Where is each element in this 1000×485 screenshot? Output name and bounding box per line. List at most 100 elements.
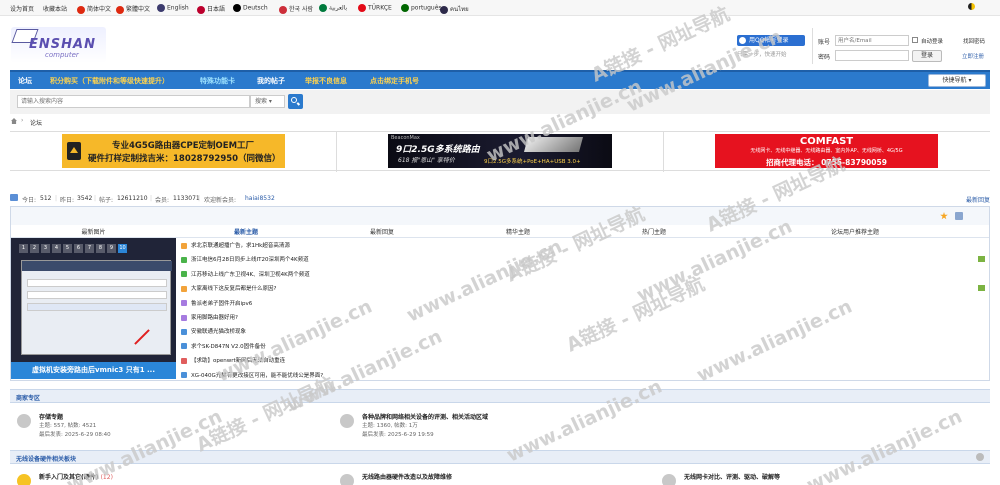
tab-digest-threads[interactable]: 精华主题 [450, 227, 586, 237]
thread-type-icon [181, 300, 187, 307]
collapse-icon[interactable] [976, 453, 984, 461]
qq-login-button[interactable]: 用QQ帐号登录 [737, 35, 805, 46]
account-input[interactable] [835, 35, 909, 46]
thread-row[interactable]: 安徽联通光猫改桥现象 [181, 327, 246, 335]
search-type-select[interactable]: 搜索 ▾ [250, 95, 285, 108]
site-logo[interactable]: ENSHAN computer [11, 27, 106, 63]
thread-row[interactable]: 求个SK-D847N V2.0固件备份 [181, 342, 266, 350]
slide-number-button[interactable]: 7 [85, 244, 94, 253]
stats-row: 今日: 512 | 昨日: 3542 | 帖子: 12611210 | 会员: … [10, 193, 990, 204]
ad-banner-comfast[interactable]: COMFAST 无线网卡、无线中继器、无线路由器、室内外AP、无线网桥、4G/5… [715, 134, 938, 168]
login-button[interactable]: 登录 [912, 50, 942, 62]
slide-number-button[interactable]: 4 [52, 244, 61, 253]
slide-number-button[interactable]: 3 [41, 244, 50, 253]
thread-title[interactable]: 求北京联通超播广告，求1Hk超音高清源 [191, 243, 290, 249]
thread-title[interactable]: XG-040G光猫有更改接区可用，能不能优线公是界面? [191, 373, 323, 379]
nav-item-forum[interactable]: 论坛 [18, 76, 32, 86]
set-home-link[interactable]: 设为首页 [10, 4, 34, 13]
forum-router-repair[interactable]: 无线路由器硬件改造以及故障维修 [340, 472, 660, 485]
forum-name[interactable]: 无线网卡对比、评测、驱动、破解等 [684, 472, 780, 481]
search-button[interactable] [288, 94, 303, 109]
language-link[interactable]: 한국 사람 [279, 4, 313, 14]
language-link[interactable]: Deutsch [233, 4, 268, 12]
quick-nav-button[interactable]: 快捷导航 ▾ [928, 74, 986, 87]
latest-reply-link[interactable]: 最新回复 [966, 195, 990, 204]
thread-title[interactable]: 大家离线下这反复后都是什么原因? [191, 286, 276, 292]
forum-beginner[interactable]: 新手入门及其它(硬件) (12) [17, 472, 317, 485]
search-input[interactable] [17, 95, 250, 108]
language-link[interactable]: português [401, 4, 442, 12]
thread-row[interactable]: 大家离线下这反复后都是什么原因? [181, 284, 276, 292]
language-link[interactable]: คนไทย [440, 4, 469, 14]
language-link[interactable]: English [157, 4, 189, 12]
slide-number-button[interactable]: 6 [74, 244, 83, 253]
thread-row[interactable]: 浙江电信6月28日同步上线IT20深圳两个4K频道 [181, 255, 309, 263]
language-link[interactable]: TÜRKÇE [358, 4, 392, 12]
bookmark-link[interactable]: 收藏本站 [43, 4, 67, 13]
tab-recommended-threads[interactable]: 论坛用户推荐主题 [722, 227, 988, 237]
slide-number-button[interactable]: 1 [19, 244, 28, 253]
slide-number-button[interactable]: 2 [30, 244, 39, 253]
slide-number-button[interactable]: 10 [118, 244, 127, 253]
ad-divider [336, 132, 337, 172]
ad-banner-beaconmax[interactable]: BeaconMax 9口2.5G多系统路由 618 报"恩山" 享特价 9口2.… [388, 134, 612, 168]
forum-storage[interactable]: 存储专题 主题: 557, 帖数: 4521 最后发表: 2025-6-29 0… [17, 412, 317, 442]
tab-latest-images[interactable]: 最新图片 [11, 227, 176, 237]
slide-row [27, 291, 167, 299]
forum-name[interactable]: 新手入门及其它(硬件) (12) [39, 472, 113, 481]
language-link[interactable]: 日本語 [197, 4, 225, 14]
home-icon[interactable] [11, 118, 17, 124]
thread-row[interactable]: 家用脚路由器好用? [181, 313, 238, 321]
nav-item-my-posts[interactable]: 我的帖子 [257, 76, 285, 86]
forum-status-icon [17, 414, 31, 428]
thread-title[interactable]: 江苏移动上线广东卫视4K、深圳卫视4K两个频道 [191, 272, 310, 278]
language-link[interactable]: 繁體中文 [116, 4, 150, 14]
nav-item-points[interactable]: 积分购买（下载附件和等级快速提升） [50, 76, 169, 86]
language-link[interactable]: بالعربية [319, 4, 347, 12]
auto-login-checkbox[interactable] [912, 37, 918, 43]
thread-type-icon [181, 256, 187, 263]
thread-title[interactable]: 浙江电信6月28日同步上线IT20深圳两个4K频道 [191, 257, 309, 263]
register-link[interactable]: 立即注册 [962, 52, 984, 60]
slide-number-button[interactable]: 8 [96, 244, 105, 253]
nav-item-bind-phone[interactable]: 点击绑定手机号 [370, 76, 419, 86]
theme-toggle-icon[interactable] [968, 3, 975, 10]
thread-row[interactable]: XG-040G光猫有更改接区可用，能不能优线公是界面? [181, 371, 323, 379]
tab-hot-threads[interactable]: 热门主题 [586, 227, 722, 237]
thread-row[interactable]: 【求助】openwrt新网后无法自动重连 [181, 356, 285, 364]
password-input[interactable] [835, 50, 909, 61]
forgot-password-link[interactable]: 找回密码 [963, 37, 985, 45]
thread-title[interactable]: 安徽联通光猫改桥现象 [191, 329, 246, 335]
tab-latest-replies[interactable]: 最新回复 [314, 227, 450, 237]
nav-item-special-cards[interactable]: 特殊功能卡 [200, 76, 235, 86]
qq-icon [739, 37, 746, 44]
forum-name[interactable]: 存储专题 [39, 412, 63, 421]
thread-title[interactable]: 鲁派老弟子固件开启ipv6 [191, 301, 252, 307]
ad-banner-router-oem[interactable]: 专业4G5G路由器CPE定制OEM工厂 硬件打样定制找吉米：1802879295… [62, 134, 285, 168]
language-link[interactable]: 简体中文 [77, 4, 111, 14]
slide-caption[interactable]: 虚拟机安装旁路由后vmnic3 只有1 ... [11, 362, 176, 379]
thread-title[interactable]: 求个SK-D847N V2.0固件备份 [191, 344, 266, 350]
router-icon [67, 142, 81, 160]
nav-item-report[interactable]: 举报不良信息 [305, 76, 347, 86]
settings-icon[interactable] [955, 212, 963, 220]
thread-title[interactable]: 【求助】openwrt新网后无法自动重连 [191, 358, 285, 364]
tab-latest-threads[interactable]: 最新主题 [178, 227, 314, 237]
thread-type-icon [181, 343, 187, 350]
section-header-wireless[interactable]: 无线设备硬件相关板块 [10, 450, 990, 464]
forum-name[interactable]: 无线路由器硬件改造以及故障维修 [362, 472, 452, 481]
thread-row[interactable]: 鲁派老弟子固件开启ipv6 [181, 299, 252, 307]
forum-wifi-cards[interactable]: 无线网卡对比、评测、驱动、破解等 [662, 472, 982, 485]
slide-number-button[interactable]: 9 [107, 244, 116, 253]
thread-row[interactable]: 江苏移动上线广东卫视4K、深圳卫视4K两个频道 [181, 270, 310, 278]
image-slideshow[interactable]: 1 2 3 4 5 6 7 8 9 10 虚拟机安装旁路由后vmnic3 只有1 ... [11, 238, 176, 379]
forum-reviews[interactable]: 各种品牌和网络相关设备的评测、相关活动区域 主题: 1360, 帖数: 1万 最… [340, 412, 660, 442]
thread-title[interactable]: 家用脚路由器好用? [191, 315, 238, 321]
forum-name[interactable]: 各种品牌和网络相关设备的评测、相关活动区域 [362, 412, 488, 421]
stats-new-member-link[interactable]: haiai8532 [245, 195, 275, 202]
ad3-line2: 招商代理电话： 0755-83790059 [766, 158, 887, 167]
section-header-business[interactable]: 商家专区 [10, 389, 990, 403]
breadcrumb-current[interactable]: 论坛 [30, 118, 42, 127]
thread-row[interactable]: 求北京联通超播广告，求1Hk超音高清源 [181, 241, 290, 249]
slide-number-button[interactable]: 5 [63, 244, 72, 253]
